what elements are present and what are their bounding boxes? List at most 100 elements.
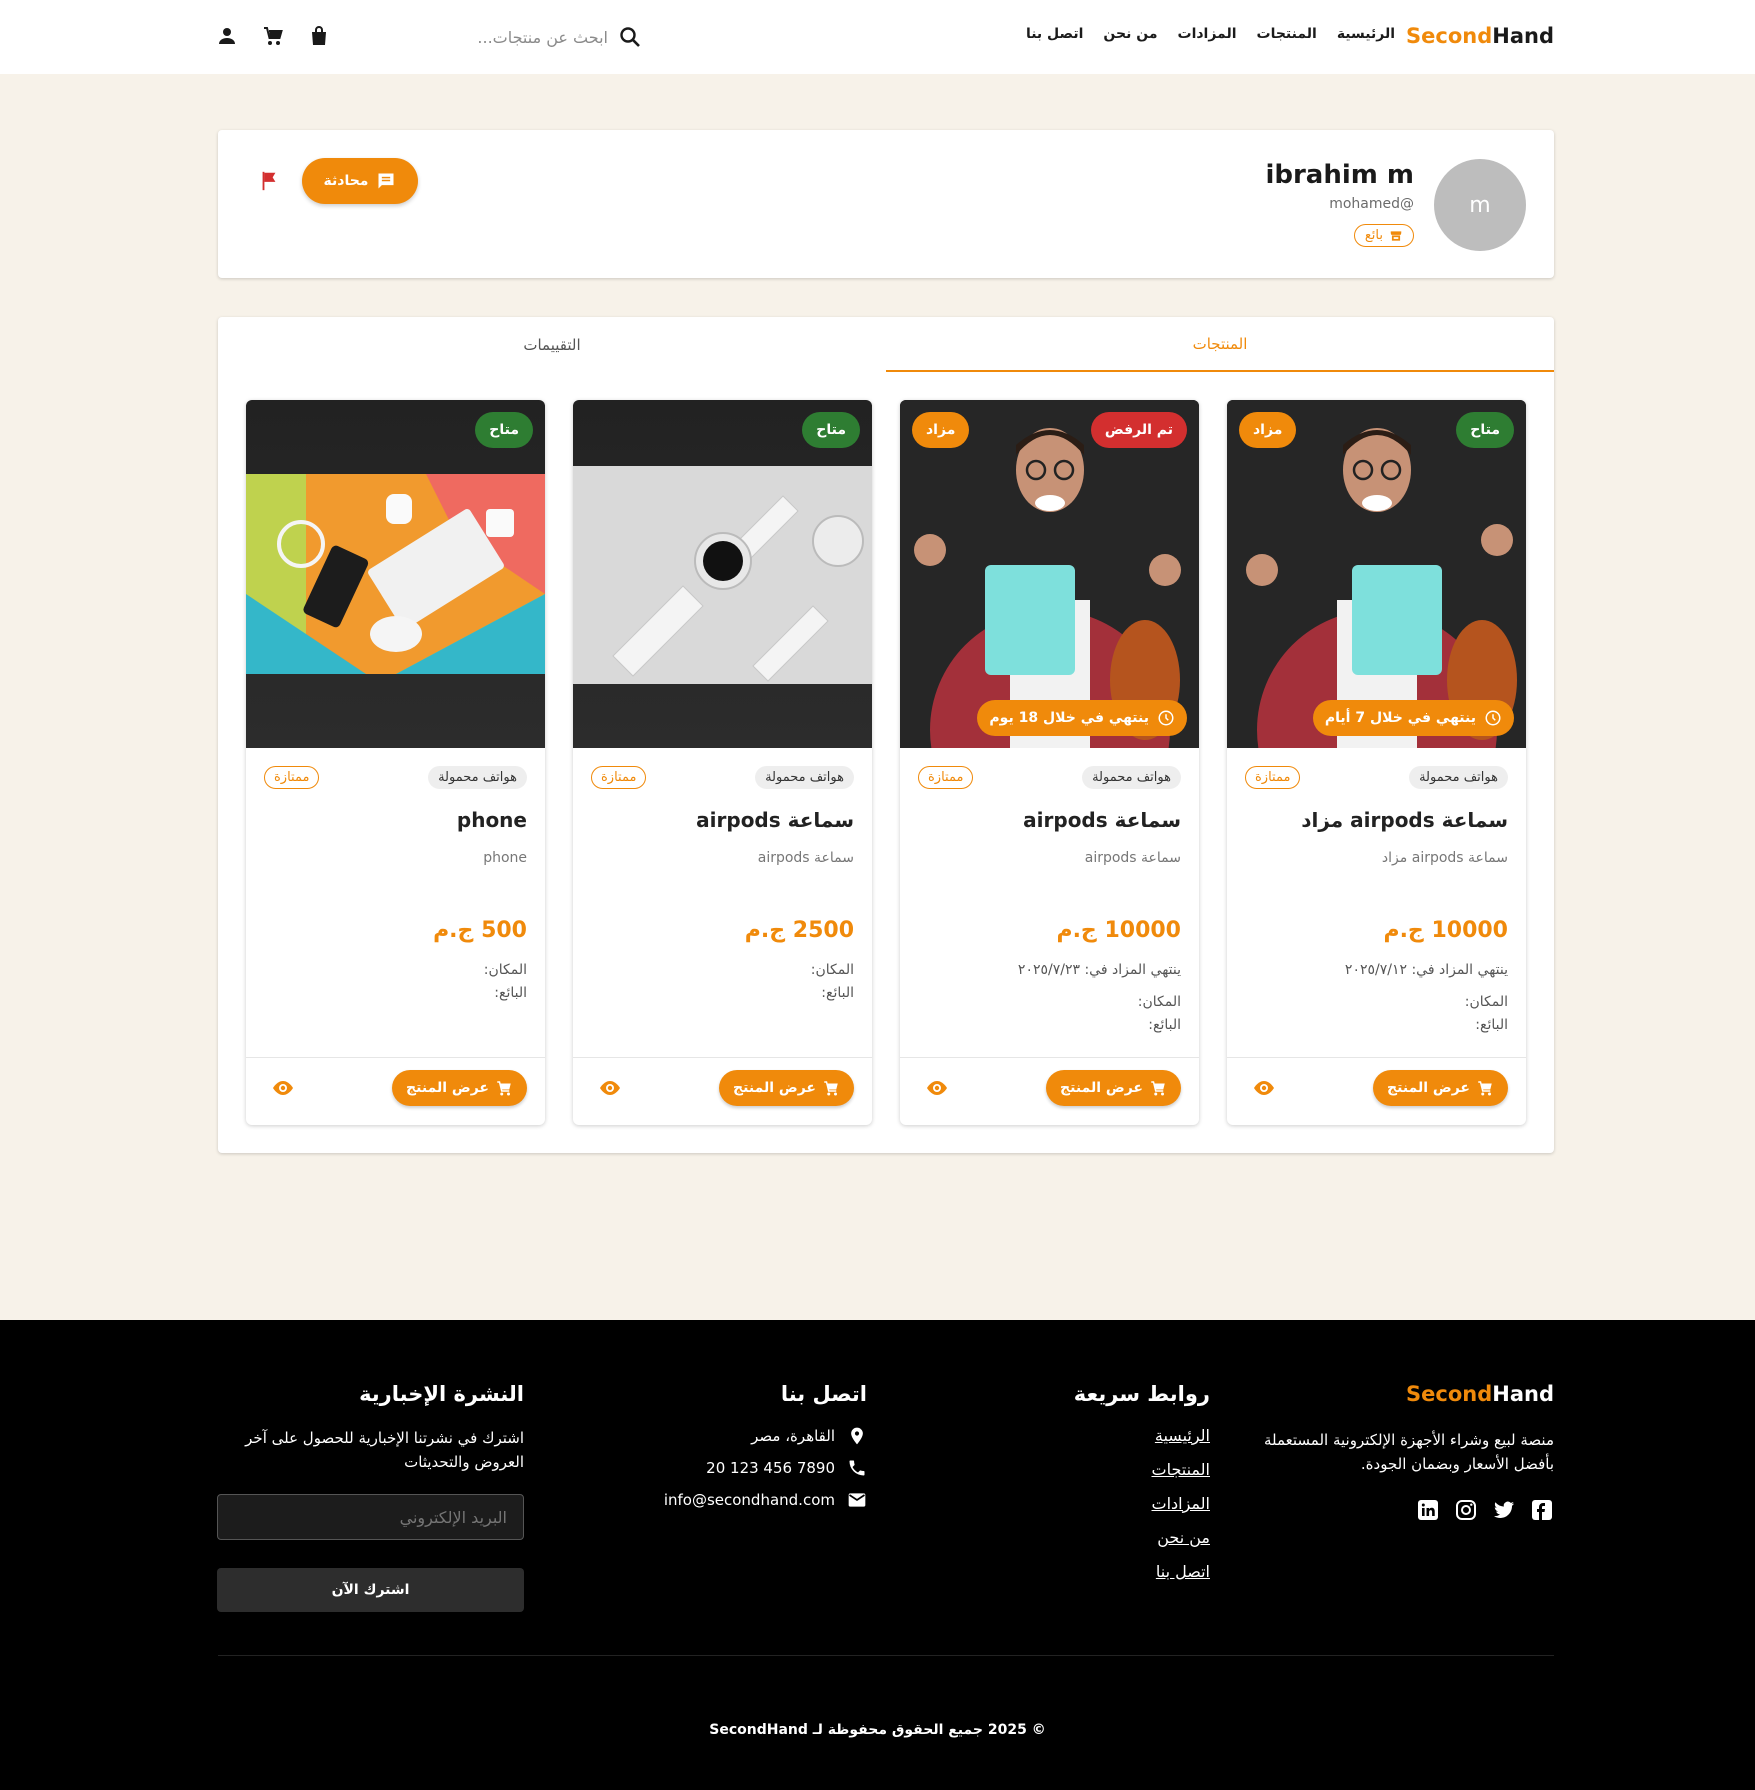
chat-button[interactable]: محادثة — [302, 158, 418, 204]
product-title: phone — [456, 808, 527, 832]
status-badge: متاح — [1456, 412, 1514, 448]
contact-email: info@secondhand.com — [647, 1490, 867, 1510]
product-image[interactable]: متاح — [246, 400, 545, 748]
product-image[interactable]: متاح — [573, 400, 872, 748]
facebook-icon[interactable] — [1530, 1498, 1554, 1522]
footer-brand-column: SecondHand منصة لبيع وشراء الأجهزة الإلك… — [1254, 1382, 1554, 1522]
condition-chip: ممتازة — [1245, 766, 1301, 789]
product-image[interactable]: متاح مزاد ينتهي في خلال 7 أيام — [1227, 400, 1526, 748]
view-product-button[interactable]: عرض المنتج — [392, 1070, 527, 1106]
quick-links-title: روابط سريعة — [1073, 1382, 1210, 1406]
phone-icon — [849, 1460, 865, 1476]
product-price: 10000 ج.م — [1383, 918, 1508, 943]
seller-label: البائع: — [1475, 1017, 1508, 1033]
avatar: m — [1434, 159, 1526, 251]
footer-divider — [218, 1655, 1554, 1656]
contact-phone: 20 123 456 7890 — [647, 1458, 867, 1478]
product-description: سماعة airpods مزاد — [1381, 850, 1508, 866]
status-badge: تم الرفض — [1090, 412, 1187, 448]
cart-icon[interactable] — [261, 24, 285, 48]
location-label: المكان: — [810, 962, 854, 978]
auction-timer: ينتهي في خلال 18 يوم — [977, 700, 1187, 736]
chat-icon — [378, 173, 394, 189]
copyright: © 2025 جميع الحقوق محفوظة لـ SecondHand — [709, 1722, 1046, 1738]
footer-link-contact[interactable]: اتصل بنا — [1010, 1562, 1210, 1581]
view-product-button[interactable]: عرض المنتج — [719, 1070, 854, 1106]
report-flag-icon[interactable] — [258, 170, 280, 192]
condition-chip: ممتازة — [591, 766, 647, 789]
category-chip: هواتف محمولة — [428, 766, 527, 789]
product-price: 2500 ج.م — [744, 918, 854, 943]
electronics-photo — [246, 474, 545, 674]
site-logo[interactable]: SecondHand — [1406, 24, 1554, 48]
product-title: سماعة airpods مزاد — [1301, 808, 1508, 832]
eye-icon[interactable] — [597, 1076, 623, 1100]
nav-link-auctions[interactable]: المزادات — [1178, 26, 1237, 42]
nav-link-about[interactable]: من نحن — [1103, 26, 1157, 42]
product-card: متاح هواتف محمولة ممتازة سماعة airpods س… — [573, 400, 872, 1125]
auction-end: ينتهي المزاد في: ٢٠٢٥/٧/١٢ — [1344, 962, 1508, 978]
cart-icon — [824, 1081, 838, 1096]
seller-profile-card: m ibrahim m mohamed@ بائع محادثة — [218, 130, 1554, 278]
footer-quick-links: روابط سريعة الرئيسية المنتجات المزادات م… — [1010, 1382, 1210, 1596]
person-photo — [900, 400, 1199, 748]
footer-link-about[interactable]: من نحن — [1010, 1528, 1210, 1547]
subscribe-button[interactable]: اشترك الآن — [217, 1568, 524, 1612]
twitter-icon[interactable] — [1492, 1498, 1516, 1522]
product-price: 500 ج.م — [433, 918, 527, 943]
main-nav: الرئيسية المنتجات المزادات من نحن اتصل ب… — [1026, 26, 1395, 42]
location-label: المكان: — [1137, 994, 1181, 1010]
nav-icons — [215, 24, 331, 48]
product-title: سماعة airpods — [696, 808, 854, 832]
footer-logo[interactable]: SecondHand — [1254, 1382, 1554, 1406]
footer-newsletter: النشرة الإخبارية اشترك في نشرتنا الإخبار… — [214, 1382, 524, 1612]
instagram-icon[interactable] — [1454, 1498, 1478, 1522]
profile-name: ibrahim m — [1265, 160, 1414, 190]
view-product-button[interactable]: عرض المنتج — [1373, 1070, 1508, 1106]
category-chip: هواتف محمولة — [1409, 766, 1508, 789]
view-product-button[interactable]: عرض المنتج — [1046, 1070, 1181, 1106]
footer-link-auctions[interactable]: المزادات — [1010, 1494, 1210, 1513]
nav-link-home[interactable]: الرئيسية — [1337, 26, 1395, 42]
seller-label: البائع: — [494, 985, 527, 1001]
footer-about: منصة لبيع وشراء الأجهزة الإلكترونية المس… — [1263, 1431, 1554, 1473]
card-footer: عرض المنتج — [573, 1057, 872, 1125]
location-pin-icon — [851, 1427, 863, 1445]
product-description: سماعة airpods — [757, 850, 854, 866]
social-links — [1254, 1498, 1554, 1522]
condition-chip: ممتازة — [918, 766, 974, 789]
eye-icon[interactable] — [1251, 1076, 1277, 1100]
linkedin-icon[interactable] — [1416, 1498, 1440, 1522]
nav-link-contact[interactable]: اتصل بنا — [1026, 26, 1083, 42]
product-description: سماعة airpods — [1084, 850, 1181, 866]
newsletter-title: النشرة الإخبارية — [359, 1382, 524, 1406]
card-footer: عرض المنتج — [1227, 1057, 1526, 1125]
newsletter-text: اشترك في نشرتنا الإخبارية للحصول على آخر… — [245, 1429, 524, 1471]
footer-link-products[interactable]: المنتجات — [1010, 1460, 1211, 1479]
eye-icon[interactable] — [270, 1076, 296, 1100]
person-photo — [1227, 400, 1526, 748]
product-title: سماعة airpods — [1023, 808, 1181, 832]
card-footer: عرض المنتج — [246, 1057, 545, 1125]
category-chip: هواتف محمولة — [755, 766, 854, 789]
seller-label: البائع: — [821, 985, 854, 1001]
auction-badge: مزاد — [1239, 412, 1297, 448]
tabs: المنتجات التقييمات — [218, 317, 1554, 372]
location-label: المكان: — [483, 962, 527, 978]
product-card: تم الرفض مزاد ينتهي في خلال 18 يوم هواتف… — [900, 400, 1199, 1125]
footer-contact: اتصل بنا القاهرة، مصر 20 123 456 7890 in… — [647, 1382, 867, 1522]
mail-icon — [848, 1493, 866, 1507]
product-image[interactable]: تم الرفض مزاد ينتهي في خلال 18 يوم — [900, 400, 1199, 748]
search-icon[interactable] — [618, 25, 642, 49]
eye-icon[interactable] — [924, 1076, 950, 1100]
newsletter-email-input[interactable] — [217, 1494, 524, 1540]
nav-link-products[interactable]: المنتجات — [1257, 26, 1317, 42]
search-bar[interactable]: ابحث عن منتجات... — [462, 22, 642, 52]
tab-products[interactable]: المنتجات — [886, 317, 1554, 372]
person-icon[interactable] — [215, 24, 239, 48]
tab-reviews[interactable]: التقييمات — [218, 317, 886, 372]
search-input[interactable]: ابحث عن منتجات... — [477, 28, 608, 47]
smartwatch-photo — [573, 466, 872, 684]
footer-link-home[interactable]: الرئيسية — [1010, 1426, 1210, 1445]
bag-icon[interactable] — [307, 24, 331, 48]
